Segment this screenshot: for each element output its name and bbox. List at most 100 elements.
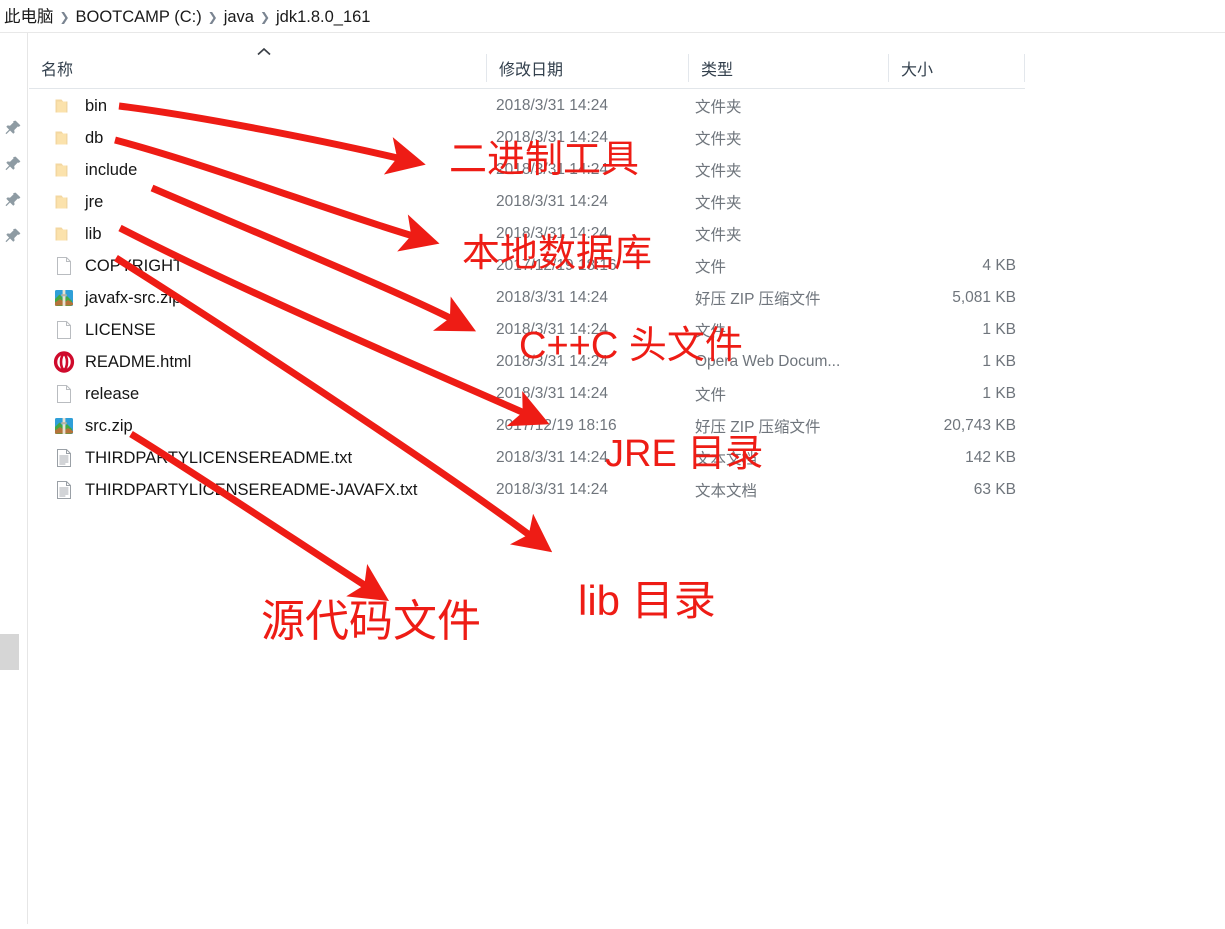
column-header-type-label: 类型	[701, 61, 734, 79]
folder-icon	[53, 95, 75, 117]
breadcrumb[interactable]: 此电脑 ❯ BOOTCAMP (C:) ❯ java ❯ jdk1.8.0_16…	[0, 0, 1225, 33]
file-name-cell[interactable]: lib	[29, 218, 102, 250]
file-date-cell: 2018/3/31 14:24	[496, 385, 609, 402]
file-row[interactable]: bin 2018/3/31 14:24 文件夹	[29, 90, 1025, 122]
file-type-cell: 好压 ZIP 压缩文件	[695, 291, 821, 308]
file-name-cell[interactable]: db	[29, 122, 103, 154]
column-header-date[interactable]: 修改日期	[487, 46, 688, 89]
column-header-type[interactable]: 类型	[689, 46, 888, 89]
file-name-cell[interactable]: LICENSE	[29, 314, 156, 346]
file-date-cell: 2018/3/31 14:24	[496, 161, 609, 178]
file-name-cell[interactable]: jre	[29, 186, 103, 218]
blank-file-icon	[53, 319, 75, 341]
file-row[interactable]: javafx-src.zip 2018/3/31 14:24 好压 ZIP 压缩文件…	[29, 282, 1025, 314]
file-name-cell[interactable]: bin	[29, 90, 107, 122]
breadcrumb-item-3[interactable]: jdk1.8.0_161	[276, 7, 371, 27]
file-row[interactable]: COPYRIGHT 2017/12/19 18:16 文件 4 KB	[29, 250, 1025, 282]
file-type-cell: 文本文档	[695, 451, 758, 468]
pin-icon[interactable]	[2, 225, 24, 247]
file-name-cell[interactable]: README.html	[29, 346, 191, 378]
file-size-cell: 142 KB	[965, 449, 1016, 466]
file-date-cell: 2018/3/31 14:24	[496, 449, 609, 466]
file-date-cell: 2018/3/31 14:24	[496, 353, 609, 370]
column-header-size[interactable]: 大小	[889, 46, 1025, 89]
file-row[interactable]: release 2018/3/31 14:24 文件 1 KB	[29, 378, 1025, 410]
pin-icon[interactable]	[2, 189, 24, 211]
annotation-label-src: 源代码文件	[261, 597, 481, 646]
file-name-cell[interactable]: THIRDPARTYLICENSEREADME-JAVAFX.txt	[29, 474, 418, 506]
pin-icon[interactable]	[2, 117, 24, 139]
file-type-cell: 文件	[695, 387, 727, 404]
zip-icon	[53, 415, 75, 437]
file-date-cell: 2018/3/31 14:24	[496, 225, 609, 242]
opera-icon	[53, 351, 75, 373]
file-size-cell	[825, 122, 1024, 154]
column-header-name-label: 名称	[41, 61, 74, 79]
file-type-cell: 文件	[695, 323, 727, 340]
navigation-scrollbar-thumb[interactable]	[0, 634, 19, 670]
file-row[interactable]: LICENSE 2018/3/31 14:24 文件 1 KB	[29, 314, 1025, 346]
file-type-cell: 文件夹	[695, 227, 742, 244]
file-name-cell[interactable]: THIRDPARTYLICENSEREADME.txt	[29, 442, 352, 474]
folder-icon	[53, 223, 75, 245]
file-type-cell: 文件	[695, 259, 727, 276]
file-row[interactable]: src.zip 2017/12/19 18:16 好压 ZIP 压缩文件 20,743…	[29, 410, 1025, 442]
file-size-cell: 5,081 KB	[952, 289, 1016, 306]
chevron-up-icon	[256, 44, 272, 56]
file-row[interactable]: THIRDPARTYLICENSEREADME.txt 2018/3/31 14:…	[29, 442, 1025, 474]
file-name-cell[interactable]: include	[29, 154, 137, 186]
file-row[interactable]: lib 2018/3/31 14:24 文件夹	[29, 218, 1025, 250]
column-divider[interactable]	[1024, 54, 1025, 82]
file-name-label: include	[85, 161, 138, 179]
file-size-cell	[825, 186, 1024, 218]
file-type-cell: Opera Web Docum...	[695, 353, 841, 370]
breadcrumb-item-1[interactable]: BOOTCAMP (C:)	[76, 7, 202, 27]
file-name-label: LICENSE	[85, 321, 156, 339]
file-type-cell: 文件夹	[695, 99, 742, 116]
file-list-header: 名称 修改日期 类型 大小	[29, 46, 1025, 89]
pin-icon[interactable]	[2, 153, 24, 175]
file-size-cell: 63 KB	[973, 481, 1016, 498]
file-size-cell: 4 KB	[982, 257, 1016, 274]
file-date-cell: 2017/12/19 18:16	[496, 257, 617, 274]
file-row[interactable]: db 2018/3/31 14:24 文件夹	[29, 122, 1025, 154]
file-name-label: THIRDPARTYLICENSEREADME-JAVAFX.txt	[85, 481, 418, 499]
file-date-cell: 2018/3/31 14:24	[496, 321, 609, 338]
file-list[interactable]: bin 2018/3/31 14:24 文件夹 db 2018/3/31 14:24 文件…	[29, 90, 1025, 515]
file-name-cell[interactable]: release	[29, 378, 139, 410]
file-name-label: THIRDPARTYLICENSEREADME.txt	[85, 449, 353, 467]
file-type-cell: 好压 ZIP 压缩文件	[695, 419, 821, 436]
file-date-cell: 2018/3/31 14:24	[496, 97, 609, 114]
breadcrumb-separator-icon[interactable]: ❯	[202, 7, 224, 27]
blank-file-icon	[53, 383, 75, 405]
breadcrumb-item-2[interactable]: java	[224, 7, 254, 27]
file-name-label: javafx-src.zip	[85, 289, 182, 307]
file-row[interactable]: include 2018/3/31 14:24 文件夹	[29, 154, 1025, 186]
file-name-label: README.html	[85, 353, 192, 371]
file-name-label: COPYRIGHT	[85, 257, 184, 275]
file-name-cell[interactable]: javafx-src.zip	[29, 282, 181, 314]
file-size-cell: 1 KB	[982, 321, 1016, 338]
text-file-icon	[53, 447, 75, 469]
file-type-cell: 文件夹	[695, 163, 742, 180]
file-name-cell[interactable]: src.zip	[29, 410, 133, 442]
column-header-date-label: 修改日期	[499, 61, 564, 79]
file-row[interactable]: THIRDPARTYLICENSEREADME-JAVAFX.txt 2018/3…	[29, 474, 1025, 506]
file-name-label: src.zip	[85, 417, 133, 435]
file-name-cell[interactable]: COPYRIGHT	[29, 250, 183, 282]
folder-icon	[53, 159, 75, 181]
column-header-size-label: 大小	[901, 61, 934, 79]
folder-icon	[53, 191, 75, 213]
file-date-cell: 2018/3/31 14:24	[496, 289, 609, 306]
file-name-label: db	[85, 129, 104, 147]
file-row[interactable]: jre 2018/3/31 14:24 文件夹	[29, 186, 1025, 218]
file-size-cell	[825, 218, 1024, 250]
breadcrumb-separator-icon[interactable]: ❯	[254, 7, 276, 27]
file-type-cell: 文本文档	[695, 483, 758, 500]
navigation-pane-rail	[0, 33, 28, 924]
breadcrumb-item-0[interactable]: 此电脑	[4, 7, 54, 27]
breadcrumb-separator-icon[interactable]: ❯	[54, 7, 76, 27]
file-name-label: bin	[85, 97, 108, 115]
file-row[interactable]: README.html 2018/3/31 14:24 Opera Web Docu…	[29, 346, 1025, 378]
annotation-label-lib: lib 目录	[578, 577, 716, 624]
